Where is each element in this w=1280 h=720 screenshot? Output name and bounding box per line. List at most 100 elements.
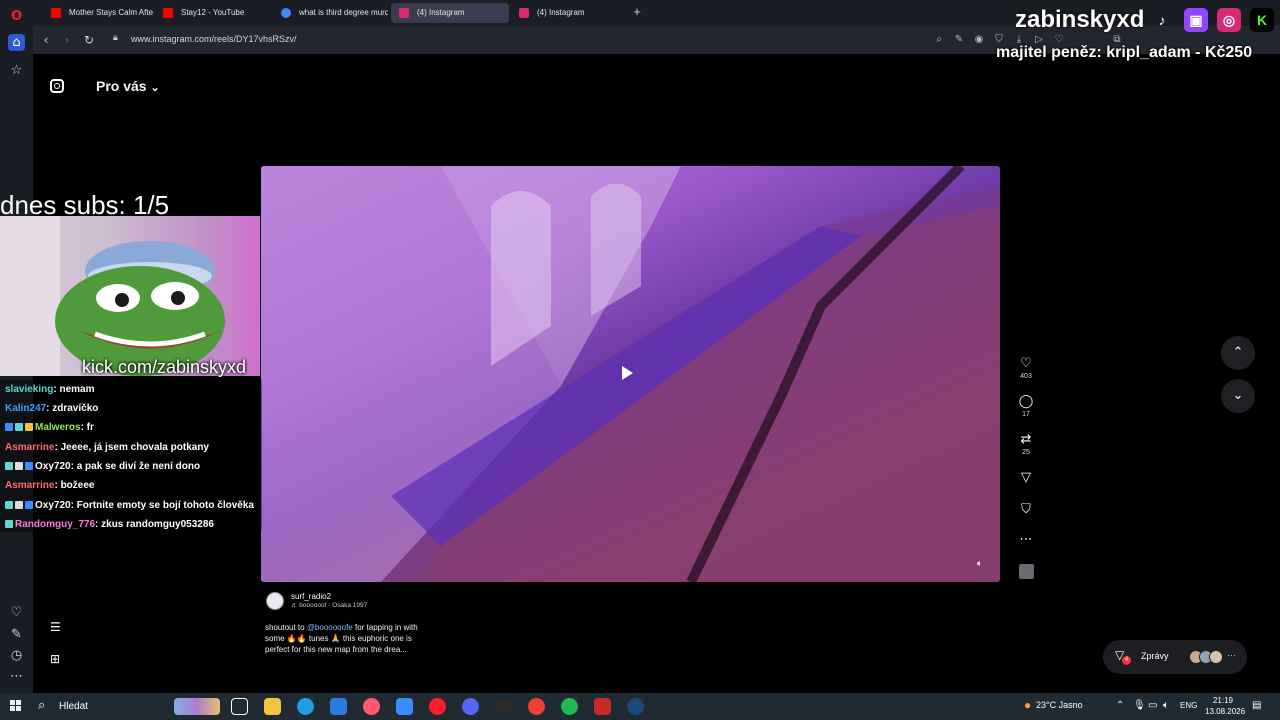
language-indicator[interactable]: ENG [1180, 701, 1197, 710]
chat-user: Asmarrine [5, 442, 55, 453]
author-avatar[interactable] [266, 592, 284, 610]
badge-icon [25, 501, 33, 509]
microphone-icon[interactable]: 🎙︎ [1133, 700, 1146, 711]
kick-link: kick.com/zabinskyxd [82, 357, 247, 377]
store-icon[interactable] [330, 698, 347, 715]
weather-text[interactable]: 23°C Jasno [1036, 700, 1083, 710]
search-icon[interactable]: ⌕ [38, 698, 45, 713]
instagram-favicon-icon [399, 8, 409, 18]
clock-date: 13.08.2026 [1205, 707, 1246, 716]
opera-icon[interactable] [429, 698, 446, 715]
chat-text: : nemam [53, 384, 95, 395]
lock-icon[interactable]: 🔒︎ [113, 32, 118, 43]
heart-icon[interactable]: ♡ [8, 604, 25, 621]
app-icon[interactable] [594, 698, 611, 715]
avatar [1209, 650, 1223, 664]
windows-taskbar: ⌕ Hledat ● 23°C Jasno ⌃ 🎙︎ ▭ 🔈︎ ENG 21:1… [0, 693, 1280, 720]
app-icon[interactable] [495, 698, 512, 715]
share-button[interactable]: ▽ [1013, 470, 1039, 486]
chat-user: Malweros [35, 422, 81, 433]
more-icon: ⋯ [1227, 650, 1236, 660]
back-icon[interactable]: ‹ [38, 32, 54, 48]
history-icon[interactable]: ◷ [8, 647, 25, 664]
feed-title: Pro vás [96, 78, 147, 94]
google-favicon-icon [281, 8, 291, 18]
tab-5[interactable]: (4) Instagram [511, 3, 626, 23]
messages-button[interactable]: ▽ 4 Zprávy ⋯ [1103, 640, 1247, 674]
spotify-icon[interactable] [561, 698, 578, 715]
weather-icon: ● [1024, 698, 1032, 712]
previous-reel-button[interactable]: ⌃ [1221, 336, 1255, 370]
play-icon[interactable] [622, 366, 633, 380]
tab-1[interactable]: Mother Stays Calm After S [43, 3, 153, 23]
comment-button[interactable]: ◯ 17 [1013, 394, 1039, 419]
chat-message: Malweros: fr [5, 421, 94, 435]
audio-thumbnail[interactable] [1013, 564, 1039, 579]
camera-icon[interactable]: ◉ [973, 34, 985, 46]
chat-user: Oxy720 [35, 500, 71, 511]
caption-mention[interactable]: @boooooofe [307, 623, 353, 632]
save-button[interactable]: ⛉ [1013, 502, 1039, 518]
widget-image-icon[interactable] [174, 698, 220, 715]
clock[interactable]: 21:19 13.08.2026 [1205, 695, 1246, 717]
forward-icon[interactable]: › [59, 32, 75, 48]
audio-label[interactable]: ♬ boooooof · Osaka 1997 [291, 602, 367, 609]
task-view-icon[interactable] [231, 698, 248, 715]
more-button[interactable]: ⋯ [1013, 532, 1039, 548]
file-explorer-icon[interactable] [264, 698, 281, 715]
author-name[interactable]: surf_radio2 [291, 592, 331, 601]
chevron-up-icon[interactable]: ⌃ [1116, 700, 1124, 711]
badge-icon [5, 423, 13, 431]
home-icon[interactable]: ⌂ [8, 34, 25, 51]
menu-icon[interactable]: ☰ [50, 620, 61, 634]
opera-logo-icon[interactable]: O [8, 8, 25, 25]
search-icon[interactable]: ⌕ [933, 34, 945, 46]
tab-2[interactable]: Stay12 - YouTube [155, 3, 270, 23]
chat-message: Asmarrine: Jeeee, já jsem chovala potkan… [5, 441, 209, 455]
badge-icon [25, 462, 33, 470]
repost-button[interactable]: ⇄ 25 [1013, 432, 1039, 457]
instagram-logo-icon[interactable] [50, 79, 64, 93]
tab-label: Stay12 - YouTube [181, 8, 245, 17]
chat-user: Randomguy_776 [15, 519, 96, 530]
reload-icon[interactable]: ↻ [81, 32, 97, 48]
discord-icon[interactable] [462, 698, 479, 715]
volume-icon[interactable]: 🔈︎ [1163, 700, 1169, 711]
tab-3[interactable]: what is third degree murd [273, 3, 388, 23]
edit-icon[interactable]: ✎ [8, 626, 25, 643]
reel-video[interactable]: 🔈︎ [261, 166, 1000, 582]
donation-owner-text: majitel peněz: kripl_adam - Kč250 [996, 44, 1253, 61]
star-icon[interactable]: ☆ [8, 62, 25, 79]
steam-icon[interactable] [627, 698, 644, 715]
youtube-favicon-icon [51, 8, 61, 18]
more-icon: ⋯ [1019, 532, 1033, 547]
chrome-icon[interactable] [528, 698, 545, 715]
feed-selector[interactable]: Pro vás ⌄ [96, 78, 160, 94]
chevron-down-icon: ⌄ [150, 82, 160, 94]
chat-user: Asmarrine [5, 480, 55, 491]
kick-icon: K [1250, 8, 1274, 32]
network-icon[interactable]: ▭ [1148, 700, 1157, 711]
chat-text: : zdravíčko [46, 403, 99, 414]
notification-icon[interactable]: ▤ [1252, 700, 1261, 711]
tab-4-active[interactable]: (4) Instagram [391, 3, 509, 23]
chat-message: Oxy720: Fortnite emoty se bojí tohoto čl… [5, 499, 254, 513]
taskbar-search[interactable]: Hledat [59, 701, 88, 712]
opera-gx-icon[interactable] [363, 698, 380, 715]
edit-icon[interactable]: ✎ [953, 34, 965, 46]
edge-icon[interactable] [297, 698, 314, 715]
apps-icon[interactable]: ⊞ [50, 652, 60, 666]
next-reel-button[interactable]: ⌄ [1221, 379, 1255, 413]
chat-user: Kalin247 [5, 403, 47, 414]
windows-start-icon[interactable] [10, 700, 22, 712]
url-field[interactable]: www.instagram.com/reels/DY17vhsRSzv/ [131, 34, 297, 44]
new-tab-icon[interactable]: + [630, 5, 644, 19]
volume-icon[interactable]: 🔈︎ [977, 558, 982, 569]
streamer-name: zabinskyxd [1015, 6, 1145, 33]
comment-count: 17 [1022, 411, 1030, 418]
chat-user: Oxy720 [35, 461, 71, 472]
tiktok-icon: ♪ [1158, 12, 1166, 28]
like-button[interactable]: ♡ 403 [1013, 356, 1039, 381]
app-icon[interactable] [396, 698, 413, 715]
more-icon[interactable]: ⋯ [8, 668, 25, 685]
